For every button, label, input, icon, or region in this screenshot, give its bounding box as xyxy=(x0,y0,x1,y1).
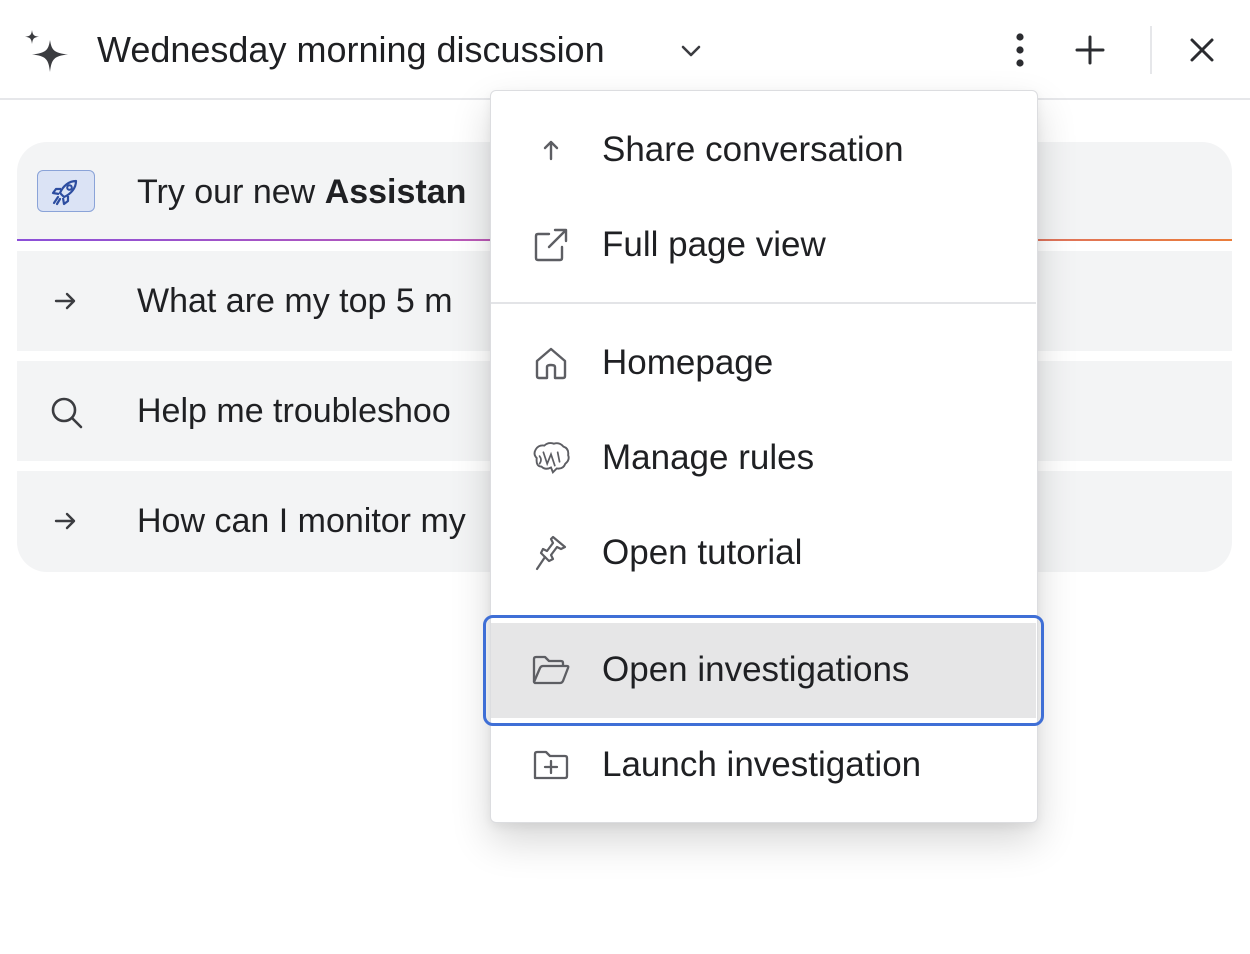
close-button[interactable] xyxy=(1178,26,1226,74)
new-conversation-button[interactable] xyxy=(1066,26,1114,74)
menu-item-share-conversation[interactable]: Share conversation xyxy=(491,103,1036,198)
menu-item-homepage[interactable]: Homepage xyxy=(491,316,1036,411)
pin-icon xyxy=(531,533,571,573)
menu-item-open-investigations[interactable]: Open investigations xyxy=(483,615,1044,726)
suggestion-text: How can I monitor my xyxy=(137,502,466,540)
search-icon xyxy=(49,395,85,431)
sparkle-icon xyxy=(22,28,70,74)
suggestion-text: Help me troubleshoo xyxy=(137,392,451,430)
suggestion-text: What are my top 5 m xyxy=(137,282,453,320)
menu-item-label: Open tutorial xyxy=(602,533,803,572)
menu-divider xyxy=(491,302,1036,304)
promo-text-strong: Assistan xyxy=(324,173,467,211)
arrow-up-icon xyxy=(531,130,571,170)
conversation-title: Wednesday morning discussion xyxy=(97,29,605,70)
panel-header: Wednesday morning discussion xyxy=(0,0,1250,100)
promo-text-prefix: Try our new xyxy=(137,173,325,211)
plus-icon xyxy=(1074,34,1106,66)
brain-icon xyxy=(531,438,571,478)
chevron-down-icon[interactable] xyxy=(676,36,706,66)
arrow-right-icon xyxy=(49,285,81,317)
folder-open-icon xyxy=(531,650,571,690)
promo-text: Try our new Assistan xyxy=(137,172,466,212)
menu-item-open-tutorial[interactable]: Open tutorial xyxy=(491,506,1036,601)
menu-item-label: Homepage xyxy=(602,343,774,382)
menu-item-label: Open investigations xyxy=(602,650,910,689)
menu-item-label: Share conversation xyxy=(602,130,904,169)
rocket-badge xyxy=(37,170,95,212)
menu-item-manage-rules[interactable]: Manage rules xyxy=(491,411,1036,506)
menu-item-label: Launch investigation xyxy=(602,745,922,784)
menu-item-full-page-view[interactable]: Full page view xyxy=(491,198,1036,293)
menu-item-label: Full page view xyxy=(602,225,826,264)
close-icon xyxy=(1189,37,1215,63)
more-options-button[interactable] xyxy=(996,26,1044,74)
home-icon xyxy=(531,343,571,383)
external-link-icon xyxy=(531,225,571,265)
arrow-right-icon xyxy=(49,505,81,537)
menu-item-label: Manage rules xyxy=(602,438,815,477)
folder-plus-icon xyxy=(531,745,571,785)
header-divider xyxy=(1150,26,1152,74)
rocket-icon xyxy=(49,174,83,208)
more-vertical-icon xyxy=(1015,32,1025,68)
options-dropdown-menu: Share conversation Full page view Homepa… xyxy=(483,90,1044,823)
menu-item-launch-investigation[interactable]: Launch investigation xyxy=(491,718,1036,813)
